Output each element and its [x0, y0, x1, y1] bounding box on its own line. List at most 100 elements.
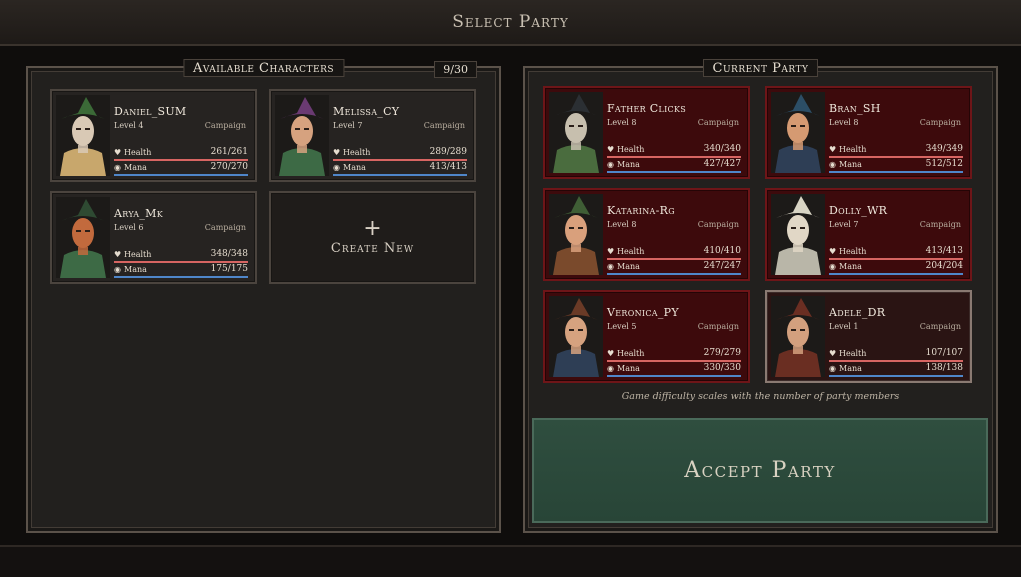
- party-member-card[interactable]: Adele_DR Level 1 Campaign ♥ Health 107/107 ◉ Ma…: [765, 290, 972, 383]
- character-portrait: [771, 296, 825, 377]
- character-card[interactable]: Melissa_CY Level 7 Campaign ♥ Health 289/289 ◉…: [269, 89, 476, 182]
- mana-icon: ◉: [114, 265, 121, 274]
- health-bar: [114, 159, 248, 161]
- current-party-title: Current Party: [702, 59, 819, 77]
- character-mode: Campaign: [697, 322, 739, 331]
- mana-bar: [829, 273, 963, 275]
- character-level: Level 4: [114, 121, 144, 130]
- party-member-card[interactable]: Katarina-Rg Level 8 Campaign ♥ Health 410/410…: [543, 188, 750, 281]
- title-bar: Select Party: [0, 0, 1021, 46]
- create-new-button[interactable]: + Create New: [269, 191, 476, 284]
- difficulty-hint: Game difficulty scales with the number o…: [621, 391, 900, 402]
- heart-icon: ♥: [114, 148, 122, 157]
- health-bar: [333, 159, 467, 161]
- health-stat: ♥ Health 340/340: [607, 144, 741, 158]
- accept-party-button[interactable]: Accept Party: [532, 418, 988, 523]
- health-value: 107/107: [925, 348, 963, 358]
- character-mode: Campaign: [204, 121, 246, 130]
- health-label: Health: [617, 145, 645, 154]
- health-value: 413/413: [925, 246, 963, 256]
- mana-label: Mana: [124, 163, 147, 172]
- character-level: Level 1: [829, 322, 859, 331]
- mana-label: Mana: [343, 163, 366, 172]
- mana-value: 247/247: [703, 261, 741, 271]
- heart-icon: ♥: [607, 247, 615, 256]
- character-level: Level 8: [829, 118, 859, 127]
- mana-icon: ◉: [607, 262, 614, 271]
- mana-label: Mana: [617, 262, 640, 271]
- character-name: Veronica_PY: [607, 306, 679, 319]
- character-mode: Campaign: [919, 220, 961, 229]
- character-level: Level 7: [829, 220, 859, 229]
- health-stat: ♥ Health 279/279: [607, 348, 741, 362]
- health-label: Health: [617, 349, 645, 358]
- health-label: Health: [343, 148, 371, 157]
- heart-icon: ♥: [829, 247, 837, 256]
- character-card[interactable]: Arya_Mk Level 6 Campaign ♥ Health 348/348 ◉ Man…: [50, 191, 257, 284]
- character-mode: Campaign: [919, 118, 961, 127]
- mana-bar: [607, 171, 741, 173]
- heart-icon: ♥: [829, 145, 837, 154]
- create-new-label: Create New: [330, 241, 415, 256]
- health-bar: [829, 156, 963, 158]
- screen-title: Select Party: [452, 12, 569, 32]
- mana-bar: [829, 171, 963, 173]
- character-mode: Campaign: [423, 121, 465, 130]
- mana-stat: ◉ Mana 330/330: [607, 363, 741, 377]
- health-bar: [607, 156, 741, 158]
- character-level: Level 5: [607, 322, 637, 331]
- mana-bar: [829, 375, 963, 377]
- character-name: Daniel_SUM: [114, 105, 187, 118]
- party-member-card[interactable]: Bran_SH Level 8 Campaign ♥ Health 349/349 ◉ Man…: [765, 86, 972, 179]
- character-portrait: [549, 296, 603, 377]
- character-level: Level 8: [607, 220, 637, 229]
- health-label: Health: [124, 250, 152, 259]
- health-value: 261/261: [210, 147, 248, 157]
- character-card[interactable]: Daniel_SUM Level 4 Campaign ♥ Health 261/261 ◉…: [50, 89, 257, 182]
- heart-icon: ♥: [607, 349, 615, 358]
- health-stat: ♥ Health 289/289: [333, 147, 467, 161]
- mana-stat: ◉ Mana 247/247: [607, 261, 741, 275]
- health-label: Health: [617, 247, 645, 256]
- health-stat: ♥ Health 349/349: [829, 144, 963, 158]
- heart-icon: ♥: [114, 250, 122, 259]
- available-characters-title: Available Characters: [182, 59, 345, 77]
- character-name: Dolly_WR: [829, 204, 888, 217]
- mana-value: 413/413: [429, 162, 467, 172]
- health-label: Health: [839, 349, 867, 358]
- character-name: Arya_Mk: [114, 207, 163, 220]
- mana-label: Mana: [839, 364, 862, 373]
- party-member-card[interactable]: Dolly_WR Level 7 Campaign ♥ Health 413/413 ◉ Ma…: [765, 188, 972, 281]
- character-mode: Campaign: [697, 220, 739, 229]
- mana-icon: ◉: [607, 364, 614, 373]
- health-stat: ♥ Health 348/348: [114, 249, 248, 263]
- health-bar: [829, 258, 963, 260]
- heart-icon: ♥: [829, 349, 837, 358]
- health-label: Health: [124, 148, 152, 157]
- health-bar: [607, 360, 741, 362]
- mana-bar: [607, 273, 741, 275]
- mana-bar: [114, 276, 248, 278]
- character-name: Bran_SH: [829, 102, 881, 115]
- mana-label: Mana: [839, 262, 862, 271]
- mana-icon: ◉: [333, 163, 340, 172]
- accept-party-label: Accept Party: [684, 458, 836, 483]
- mana-stat: ◉ Mana 427/427: [607, 159, 741, 173]
- health-value: 279/279: [703, 348, 741, 358]
- character-portrait: [771, 92, 825, 173]
- mana-label: Mana: [839, 160, 862, 169]
- mana-stat: ◉ Mana 512/512: [829, 159, 963, 173]
- health-value: 349/349: [925, 144, 963, 154]
- mana-value: 138/138: [925, 363, 963, 373]
- mana-label: Mana: [617, 364, 640, 373]
- party-member-card[interactable]: Father Clicks Level 8 Campaign ♥ Health 340/3…: [543, 86, 750, 179]
- party-member-card[interactable]: Veronica_PY Level 5 Campaign ♥ Health 279/279…: [543, 290, 750, 383]
- health-label: Health: [839, 145, 867, 154]
- mana-stat: ◉ Mana 270/270: [114, 162, 248, 176]
- character-portrait: [549, 92, 603, 173]
- health-value: 410/410: [703, 246, 741, 256]
- health-stat: ♥ Health 107/107: [829, 348, 963, 362]
- character-level: Level 7: [333, 121, 363, 130]
- mana-bar: [114, 174, 248, 176]
- health-value: 289/289: [429, 147, 467, 157]
